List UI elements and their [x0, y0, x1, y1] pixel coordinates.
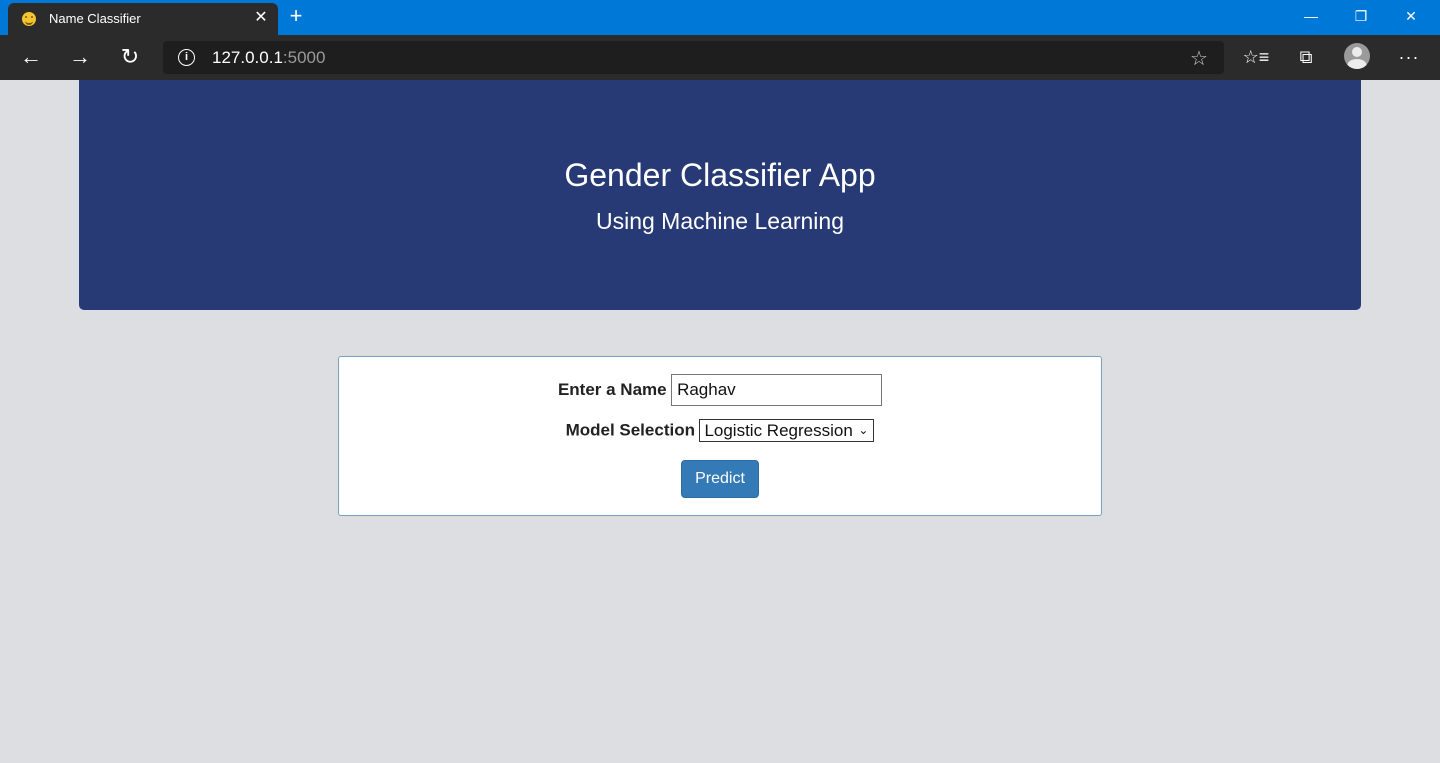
chevron-down-icon: ⌄	[858, 423, 869, 437]
collections-icon[interactable]: ⧉	[1289, 41, 1323, 73]
close-window-button[interactable]: ✕	[1388, 0, 1434, 35]
model-row: Model Selection Logistic Regression ⌄	[339, 419, 1101, 442]
browser-toolbar: ← → ↻ i 127.0.0.1:5000 ☆ ☆≡ ⧉ ···	[0, 35, 1440, 80]
predict-button[interactable]: Predict	[681, 460, 759, 498]
page-subtitle: Using Machine Learning	[595, 208, 845, 234]
info-icon[interactable]: i	[178, 49, 195, 66]
restore-window-button[interactable]: ❐	[1338, 0, 1384, 35]
name-label: Enter a Name	[557, 380, 667, 399]
arrow-right-icon[interactable]: →	[63, 41, 97, 73]
smiley-icon	[22, 12, 36, 26]
browser-title-bar: Name Classifier ✕ + — ❐ ✕	[0, 0, 1440, 35]
page-title: Gender Classifier App	[564, 157, 876, 193]
profile-avatar-icon[interactable]	[1344, 43, 1370, 69]
model-selected-value: Logistic Regression	[704, 421, 853, 440]
model-label: Model Selection	[565, 420, 695, 440]
browser-tab[interactable]: Name Classifier ✕	[8, 3, 278, 35]
url-port: :5000	[282, 48, 326, 67]
arrow-left-icon[interactable]: ←	[14, 41, 48, 73]
url-text[interactable]: 127.0.0.1:5000	[212, 48, 325, 68]
address-bar[interactable]: i 127.0.0.1:5000 ☆	[163, 41, 1224, 74]
name-row: Enter a Name	[339, 374, 1101, 406]
page-header: Gender Classifier App Using Machine Lear…	[79, 80, 1361, 310]
minimize-window-button[interactable]: —	[1288, 0, 1334, 35]
plus-icon[interactable]: +	[284, 3, 308, 29]
tab-title: Name Classifier	[49, 11, 141, 26]
classifier-form: Enter a Name Model Selection Logistic Re…	[338, 356, 1102, 516]
name-input[interactable]	[671, 374, 883, 406]
more-dots-icon[interactable]: ···	[1392, 41, 1426, 73]
close-icon[interactable]: ✕	[252, 9, 270, 27]
model-select[interactable]: Logistic Regression ⌄	[699, 419, 875, 442]
url-host: 127.0.0.1	[212, 48, 283, 67]
favorites-list-icon[interactable]: ☆≡	[1239, 41, 1273, 73]
star-icon[interactable]: ☆	[1190, 46, 1208, 71]
reload-icon[interactable]: ↻	[113, 41, 147, 73]
